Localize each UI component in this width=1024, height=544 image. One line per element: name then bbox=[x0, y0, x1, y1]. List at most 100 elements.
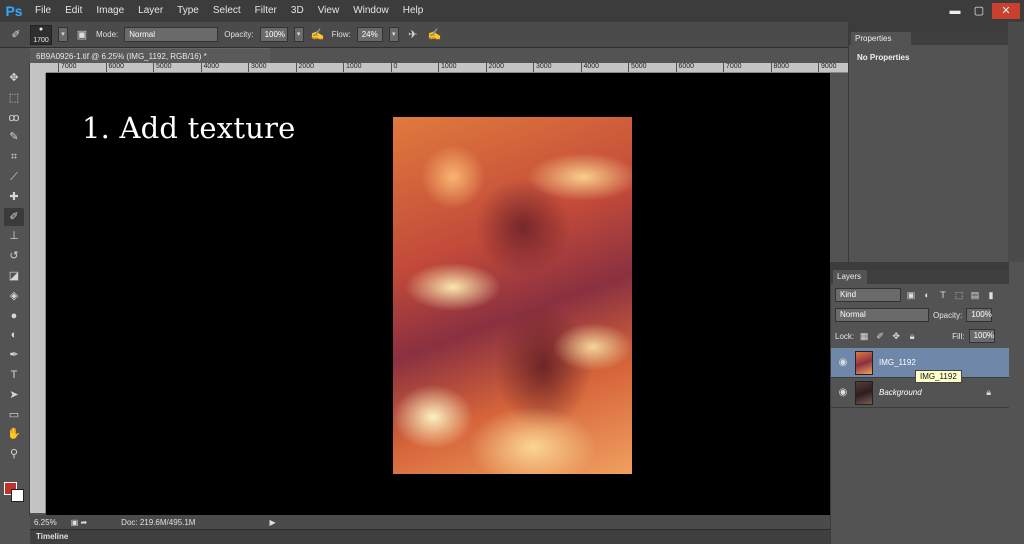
photoshop-logo: Ps bbox=[5, 3, 23, 19]
ruler-tick-label: 5000 bbox=[153, 63, 172, 72]
ruler-tick-label: 7000 bbox=[58, 63, 77, 72]
blend-mode-select[interactable]: Normal bbox=[835, 308, 929, 322]
history-brush-tool-icon[interactable]: ↺ bbox=[4, 247, 24, 265]
layer-tooltip: IMG_1192 bbox=[915, 370, 962, 383]
ruler-tick-label: 9000 bbox=[818, 63, 837, 72]
layer-filter-row: Kind ▣ ◐ T ⬚ ▤ ▮ bbox=[831, 286, 1009, 304]
layer-lock-row: Lock: ▦ ✐ ✥ 🔒︎ Fill: 100% bbox=[831, 328, 1009, 344]
ruler-top: 7000 6000 5000 4000 3000 2000 1000 0 1000 2000 300… bbox=[46, 63, 848, 73]
properties-tab[interactable]: Properties bbox=[851, 32, 911, 45]
ruler-tick-label: 0 bbox=[390, 63, 397, 72]
menu-image[interactable]: Image bbox=[89, 0, 131, 22]
healing-tool-icon[interactable]: ✚ bbox=[4, 188, 24, 206]
path-select-tool-icon[interactable]: ➤ bbox=[4, 386, 24, 404]
flow-label: Flow: bbox=[331, 30, 351, 39]
ruler-tick-label: 2000 bbox=[295, 63, 314, 72]
status-menu-arrow-icon[interactable]: ▶ bbox=[269, 518, 275, 527]
opacity-field[interactable]: 100% bbox=[259, 27, 288, 42]
pressure-opacity-icon[interactable]: ✍ bbox=[310, 27, 326, 43]
type-tool-icon[interactable]: T bbox=[4, 366, 24, 384]
properties-panel: Properties No Properties bbox=[848, 22, 1009, 262]
minimize-button[interactable]: ▬ bbox=[944, 3, 966, 19]
type-filter-icon[interactable]: T bbox=[937, 289, 949, 301]
menu-help[interactable]: Help bbox=[396, 0, 431, 22]
ruler-tick-label: 3000 bbox=[533, 63, 552, 72]
opacity-dropdown-icon[interactable]: ▾ bbox=[293, 27, 304, 42]
filter-toggle-icon[interactable]: ▮ bbox=[985, 289, 997, 301]
brush-size-picker[interactable]: ● 1700 bbox=[30, 24, 52, 45]
quick-select-tool-icon[interactable]: ✎ bbox=[4, 128, 24, 146]
menu-window[interactable]: Window bbox=[346, 0, 396, 22]
layer-opacity-field[interactable]: 100% bbox=[966, 308, 993, 322]
pen-tool-icon[interactable]: ✒ bbox=[4, 346, 24, 364]
maximize-button[interactable]: ▢ bbox=[968, 3, 990, 19]
menu-select[interactable]: Select bbox=[206, 0, 248, 22]
ruler-tick-label: 5000 bbox=[628, 63, 647, 72]
lock-pixels-icon[interactable]: ✐ bbox=[874, 330, 886, 342]
move-tool-icon[interactable]: ✥ bbox=[4, 69, 24, 87]
lasso-tool-icon[interactable]: ꝏ bbox=[4, 109, 24, 127]
dodge-tool-icon[interactable]: ◐ bbox=[4, 326, 24, 344]
visibility-eye-icon[interactable]: ◉ bbox=[837, 357, 849, 369]
flow-dropdown-icon[interactable]: ▾ bbox=[388, 27, 399, 42]
marquee-tool-icon[interactable]: ⬚ bbox=[4, 89, 24, 107]
timeline-panel-tab[interactable]: Timeline bbox=[30, 529, 830, 544]
layer-lock-icon: 🔒︎ bbox=[986, 387, 991, 397]
background-color-swatch[interactable] bbox=[11, 489, 24, 502]
document-canvas[interactable]: 1. Add texture bbox=[46, 73, 830, 515]
visibility-eye-icon[interactable]: ◉ bbox=[837, 387, 849, 399]
layer-name[interactable]: IMG_1192 bbox=[879, 358, 916, 367]
tools-panel: ✥ ⬚ ꝏ ✎ ⌗ ⟋ ✚ ✐ ⊥ ↺ ◪ ◈ ● ◐ ✒ T ➤ ▭ ✋ ⚲ bbox=[0, 63, 30, 515]
adjustment-filter-icon[interactable]: ◐ bbox=[921, 289, 933, 301]
lock-all-icon[interactable]: 🔒︎ bbox=[906, 330, 918, 342]
menu-filter[interactable]: Filter bbox=[248, 0, 284, 22]
crop-tool-icon[interactable]: ⌗ bbox=[4, 148, 24, 166]
brush-panel-toggle-icon[interactable]: ▣ bbox=[74, 27, 90, 43]
eraser-tool-icon[interactable]: ◪ bbox=[4, 267, 24, 285]
layers-tab[interactable]: Layers bbox=[833, 270, 867, 284]
ruler-corner bbox=[30, 63, 46, 73]
pressure-size-icon[interactable]: ✍ bbox=[427, 27, 443, 43]
layer-filter-kind[interactable]: Kind bbox=[835, 288, 901, 302]
lock-transparent-icon[interactable]: ▦ bbox=[858, 330, 870, 342]
zoom-tool-icon[interactable]: ⚲ bbox=[4, 445, 24, 463]
mode-select[interactable]: Normal bbox=[124, 27, 219, 42]
document-tab[interactable]: 6B9A0926-1.tif @ 6.25% (IMG_1192, RGB/16… bbox=[30, 48, 270, 63]
menu-edit[interactable]: Edit bbox=[58, 0, 89, 22]
menu-layer[interactable]: Layer bbox=[131, 0, 170, 22]
fill-field[interactable]: 100% bbox=[968, 329, 995, 343]
brush-size-dropdown-icon[interactable]: ▾ bbox=[58, 27, 68, 42]
menu-bar: Ps File Edit Image Layer Type Select Fil… bbox=[0, 0, 1024, 22]
ruler-tick-label: 1000 bbox=[343, 63, 362, 72]
stamp-tool-icon[interactable]: ⊥ bbox=[4, 227, 24, 245]
image-filter-icon[interactable]: ▣ bbox=[905, 289, 917, 301]
brush-tool-icon[interactable]: ✐ bbox=[4, 207, 24, 226]
blur-tool-icon[interactable]: ● bbox=[4, 307, 24, 325]
airbrush-icon[interactable]: ✈ bbox=[405, 27, 421, 43]
menu-view[interactable]: View bbox=[311, 0, 347, 22]
shape-tool-icon[interactable]: ▭ bbox=[4, 406, 24, 424]
shape-filter-icon[interactable]: ⬚ bbox=[953, 289, 965, 301]
brush-preset-icon[interactable]: ✐ bbox=[8, 27, 24, 43]
eyedropper-tool-icon[interactable]: ⟋ bbox=[4, 168, 24, 186]
smart-object-filter-icon[interactable]: ▤ bbox=[969, 289, 981, 301]
lock-position-icon[interactable]: ✥ bbox=[890, 330, 902, 342]
menu-type[interactable]: Type bbox=[170, 0, 206, 22]
mode-label: Mode: bbox=[96, 30, 119, 39]
no-properties-text: No Properties bbox=[857, 53, 910, 62]
layer-opacity-label: Opacity: bbox=[933, 310, 963, 320]
paint-bucket-tool-icon[interactable]: ◈ bbox=[4, 287, 24, 305]
status-icons[interactable]: ▣ ➦ bbox=[71, 518, 87, 527]
brush-size-value: 1700 bbox=[33, 36, 49, 44]
flow-field[interactable]: 24% bbox=[356, 27, 383, 42]
layer-name[interactable]: Background bbox=[879, 388, 922, 397]
zoom-level[interactable]: 6.25% bbox=[34, 518, 57, 527]
texture-image bbox=[393, 117, 632, 474]
status-bar: 6.25% ▣ ➦ Doc: 219.6M/495.1M ▶ bbox=[30, 515, 830, 529]
opacity-label: Opacity: bbox=[224, 30, 254, 39]
ruler-left bbox=[30, 73, 46, 513]
menu-3d[interactable]: 3D bbox=[284, 0, 311, 22]
hand-tool-icon[interactable]: ✋ bbox=[4, 425, 24, 443]
menu-file[interactable]: File bbox=[28, 0, 58, 22]
close-button[interactable]: ✕ bbox=[992, 3, 1020, 19]
